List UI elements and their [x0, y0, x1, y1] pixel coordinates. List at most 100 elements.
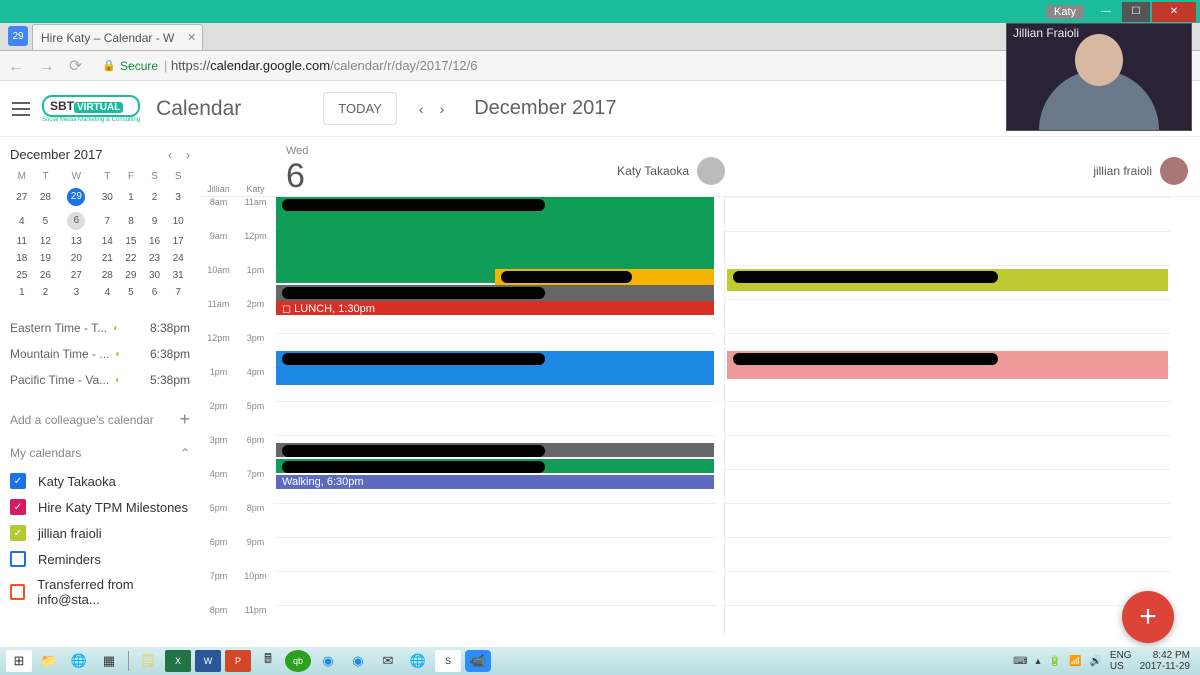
quickbooks-icon[interactable]: qb [285, 650, 311, 672]
mini-day[interactable]: 14 [95, 233, 119, 250]
mini-day[interactable]: 30 [95, 185, 119, 209]
checkbox[interactable]: ✓ [10, 499, 26, 515]
tray-time[interactable]: 8:42 PM [1140, 650, 1190, 661]
plus-icon[interactable]: + [179, 409, 190, 430]
browser-tab[interactable]: Hire Katy – Calendar - W ✕ [32, 24, 203, 50]
mini-day[interactable]: 24 [166, 250, 190, 267]
start-menu-icon[interactable]: ⊞ [6, 650, 32, 672]
chrome2-icon[interactable]: 🌐 [405, 650, 431, 672]
mini-day[interactable]: 20 [57, 250, 95, 267]
checkbox[interactable]: ✓ [10, 525, 26, 541]
mini-day[interactable]: 23 [143, 250, 167, 267]
nav-forward-icon[interactable]: → [38, 58, 54, 75]
url-input[interactable]: 🔒 Secure | https:// calendar.google.com … [102, 58, 1003, 73]
mini-day[interactable]: 17 [166, 233, 190, 250]
slack-icon[interactable]: S [435, 650, 461, 672]
calendar-event[interactable]: Walking, 6:30pm [276, 475, 714, 489]
keyboard-tray-icon[interactable]: ⌨ [1013, 656, 1027, 667]
main-menu-icon[interactable] [6, 97, 30, 121]
calendar-list-item[interactable]: ✓ Hire Katy TPM Milestones [10, 494, 190, 520]
apps-grid-icon[interactable]: ▦ [96, 650, 122, 672]
nav-reload-icon[interactable]: ⟳ [69, 58, 82, 75]
mini-day[interactable]: 29 [119, 267, 143, 284]
mini-day[interactable]: 11 [10, 233, 34, 250]
calendar-event[interactable] [727, 351, 1168, 379]
tray-lang2[interactable]: US [1110, 661, 1132, 672]
mini-day[interactable]: 27 [10, 185, 34, 209]
calculator-icon[interactable]: 🖩 [255, 650, 281, 672]
window-minimize[interactable]: — [1092, 2, 1120, 22]
calendar-list-item[interactable]: ✓ jillian fraioli [10, 520, 190, 546]
mini-calendar[interactable]: MTWTFSS272829301234567891011121314151617… [10, 168, 190, 301]
app-circle2-icon[interactable]: ◉ [345, 650, 371, 672]
tray-date[interactable]: 2017-11-29 [1140, 661, 1190, 672]
sticky-notes-icon[interactable]: 🗒 [135, 650, 161, 672]
mini-prev-icon[interactable]: ‹ [168, 148, 172, 162]
mini-day[interactable]: 9 [143, 209, 167, 233]
nav-back-icon[interactable]: ← [8, 58, 24, 75]
tray-lang1[interactable]: ENG [1110, 650, 1132, 661]
window-close[interactable]: ✕ [1152, 2, 1196, 22]
mini-day[interactable]: 7 [166, 284, 190, 301]
file-explorer-icon[interactable]: 📁 [36, 650, 62, 672]
mini-day[interactable]: 25 [10, 267, 34, 284]
tab-close-icon[interactable]: ✕ [187, 31, 196, 44]
calendar-list-item[interactable]: Transferred from info@sta... [10, 572, 190, 612]
calendar-event[interactable] [276, 459, 714, 473]
mini-day[interactable]: 4 [95, 284, 119, 301]
mini-day[interactable]: 6 [57, 209, 95, 233]
wifi-tray-icon[interactable]: 📶 [1069, 656, 1081, 667]
checkbox[interactable] [10, 551, 26, 567]
app-circle-icon[interactable]: ◉ [315, 650, 341, 672]
my-calendars-header[interactable]: My calendars ⌃ [10, 438, 190, 468]
powerpoint-icon[interactable]: P [225, 650, 251, 672]
checkbox[interactable] [10, 584, 25, 600]
today-button[interactable]: TODAY [323, 92, 397, 125]
mini-day[interactable]: 29 [57, 185, 95, 209]
calendar-event[interactable] [276, 443, 714, 457]
checkbox[interactable]: ✓ [10, 473, 26, 489]
mini-day[interactable]: 5 [34, 209, 58, 233]
mini-day[interactable]: 7 [95, 209, 119, 233]
mini-day[interactable]: 19 [34, 250, 58, 267]
battery-tray-icon[interactable]: 🔋 [1049, 656, 1061, 667]
mini-next-icon[interactable]: › [186, 148, 190, 162]
mini-day[interactable]: 10 [166, 209, 190, 233]
mini-day[interactable]: 15 [119, 233, 143, 250]
mini-day[interactable]: 1 [119, 185, 143, 209]
mini-day[interactable]: 3 [166, 185, 190, 209]
mini-day[interactable]: 30 [143, 267, 167, 284]
os-taskbar[interactable]: ⊞ 📁 🌐 ▦ 🗒 X W P 🖩 qb ◉ ◉ ✉ 🌐 S 📹 ⌨ ▴ 🔋 📶… [0, 647, 1200, 675]
mini-day[interactable]: 16 [143, 233, 167, 250]
events-column-2[interactable] [724, 197, 1170, 637]
mini-day[interactable]: 5 [119, 284, 143, 301]
mini-day[interactable]: 31 [166, 267, 190, 284]
mini-day[interactable]: 26 [34, 267, 58, 284]
add-colleague-input[interactable]: Add a colleague's calendar + [10, 401, 190, 438]
excel-icon[interactable]: X [165, 650, 191, 672]
calendar-list-item[interactable]: Reminders [10, 546, 190, 572]
calendar-event[interactable] [276, 285, 714, 301]
next-period-icon[interactable]: › [440, 101, 445, 117]
prev-period-icon[interactable]: ‹ [419, 101, 424, 117]
video-call-overlay[interactable]: Jillian Fraioli [1006, 23, 1192, 131]
mini-day[interactable]: 21 [95, 250, 119, 267]
calendar-list-item[interactable]: ✓ Katy Takaoka [10, 468, 190, 494]
calendar-event[interactable] [276, 351, 714, 385]
mini-day[interactable]: 28 [95, 267, 119, 284]
mini-day[interactable]: 13 [57, 233, 95, 250]
events-column-1[interactable]: ◻ LUNCH, 1:30pm Walking, 6:30pm [274, 197, 716, 637]
mini-day[interactable]: 2 [34, 284, 58, 301]
chrome-icon[interactable]: 🌐 [66, 650, 92, 672]
window-user-badge[interactable]: Katy [1046, 5, 1084, 19]
mini-day[interactable]: 2 [143, 185, 167, 209]
mini-day[interactable]: 22 [119, 250, 143, 267]
mini-day[interactable]: 1 [10, 284, 34, 301]
mini-day[interactable]: 28 [34, 185, 58, 209]
mini-day[interactable]: 18 [10, 250, 34, 267]
mini-day[interactable]: 4 [10, 209, 34, 233]
mini-day[interactable]: 27 [57, 267, 95, 284]
tray-up-icon[interactable]: ▴ [1036, 656, 1041, 667]
mini-day[interactable]: 8 [119, 209, 143, 233]
mini-day[interactable]: 6 [143, 284, 167, 301]
